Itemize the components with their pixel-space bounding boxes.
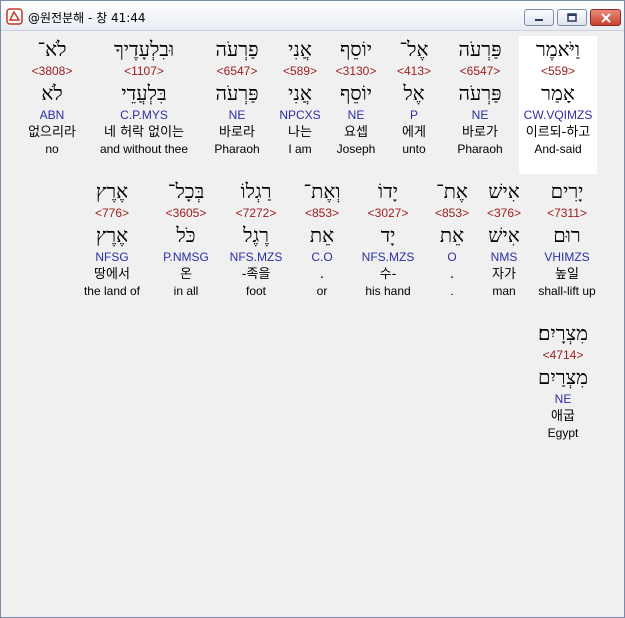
- morphology-code: P.NMSG: [163, 250, 209, 264]
- hebrew-word: וַיֹּאמֶר: [535, 37, 581, 61]
- morphology-code: CW.VQIMZS: [523, 108, 593, 122]
- strong-number: <6547>: [459, 64, 501, 78]
- korean-gloss: 바로라: [219, 125, 255, 140]
- english-gloss: foot: [245, 284, 266, 298]
- korean-gloss: 애굽: [551, 409, 575, 424]
- strong-number: <1107>: [124, 64, 164, 78]
- hebrew-lemma: בִּלְעֲדֵי: [121, 81, 167, 105]
- morphology-code: NE: [554, 392, 572, 406]
- strong-number: <559>: [540, 64, 576, 78]
- korean-gloss: 바로가: [462, 125, 498, 140]
- window-title: @원전분해 - 창 41:44: [28, 11, 146, 25]
- morphology-code: NE: [471, 108, 489, 122]
- korean-gloss: 네 허락 없이는: [103, 125, 185, 140]
- hebrew-word: פַרְעֹה: [215, 37, 259, 61]
- korean-gloss: 온: [180, 267, 192, 282]
- morphology-code: C.P.MYS: [120, 108, 168, 122]
- hebrew-lemma: פַּרְעֹה: [215, 81, 259, 105]
- hebrew-word: רַגְלוֹ: [240, 179, 272, 203]
- hebrew-word: מִצְרָיִם׃: [538, 321, 588, 345]
- english-gloss: Pharaoh: [214, 142, 260, 156]
- strong-number: <776>: [94, 206, 130, 220]
- strong-number: <3605>: [165, 206, 207, 220]
- word-block[interactable]: רַגְלוֹ <7272> רֶגֶל NFS.MZS -족을 foot: [217, 178, 295, 300]
- strong-number: <3808>: [31, 64, 73, 78]
- hebrew-lemma: כֹּל: [176, 223, 196, 247]
- morphology-code: NFSG: [95, 250, 129, 264]
- close-icon: [600, 12, 612, 23]
- morphology-code: ABN: [39, 108, 65, 122]
- maximize-icon: [566, 12, 578, 23]
- morphology-code: NE: [228, 108, 246, 122]
- app-hebrew-icon: [6, 8, 23, 25]
- close-button[interactable]: [590, 9, 621, 26]
- hebrew-lemma: לֹא: [41, 81, 63, 105]
- hebrew-word: לֹא־: [37, 37, 67, 61]
- word-block[interactable]: פַּרְעֹה <6547> פַּרְעֹה NE 바로가 Pharaoh: [441, 36, 519, 158]
- hebrew-lemma: פַּרְעֹה: [458, 81, 502, 105]
- hebrew-lemma: מִצְרַיִם: [538, 365, 588, 389]
- morphology-code: NFS.MZS: [229, 250, 283, 264]
- minimize-icon: [533, 14, 545, 22]
- korean-gloss: 없으리라: [28, 125, 76, 140]
- strong-number: <4714>: [542, 348, 584, 362]
- korean-gloss: -족을: [241, 267, 271, 282]
- interlinear-panel[interactable]: וַיֹּאמֶר <559> אָמַר CW.VQIMZS 이르되-하고 A…: [5, 32, 620, 614]
- hebrew-word: וּבִלְעָדֶיךָ: [113, 37, 175, 61]
- strong-number: <6547>: [216, 64, 258, 78]
- english-gloss: Egypt: [547, 426, 579, 440]
- word-block[interactable]: וּבִלְעָדֶיךָ <1107> בִּלְעֲדֵי C.P.MYS …: [89, 36, 199, 158]
- word-block[interactable]: אֶרֶץ <776> אֶרֶץ NFSG 땅에서 the land of: [73, 178, 151, 300]
- english-gloss: And-said: [534, 142, 582, 156]
- english-gloss: in all: [173, 284, 199, 298]
- word-block[interactable]: פַרְעֹה <6547> פַּרְעֹה NE 바로라 Pharaoh: [198, 36, 276, 158]
- maximize-button[interactable]: [557, 9, 587, 26]
- korean-gloss: 땅에서: [94, 267, 130, 282]
- minimize-button[interactable]: [524, 9, 554, 26]
- korean-gloss: 이르되-하고: [525, 125, 591, 140]
- hebrew-word: בְּכָל־: [167, 179, 205, 203]
- english-gloss: no: [45, 142, 59, 156]
- hebrew-lemma: אֶרֶץ: [95, 223, 129, 247]
- word-block[interactable]: מִצְרָיִם׃ <4714> מִצְרַיִם NE 애굽 Egypt: [519, 320, 607, 442]
- word-block[interactable]: וַיֹּאמֶר <559> אָמַר CW.VQIMZS 이르되-하고 A…: [519, 36, 597, 174]
- hebrew-word: אֶרֶץ: [95, 179, 129, 203]
- strong-number: <7272>: [235, 206, 277, 220]
- hebrew-word: פַּרְעֹה: [458, 37, 502, 61]
- hebrew-lemma: רֶגֶל: [243, 223, 269, 247]
- english-gloss: and without thee: [99, 142, 189, 156]
- title-bar[interactable]: @원전분해 - 창 41:44: [1, 1, 624, 31]
- word-block[interactable]: בְּכָל־ <3605> כֹּל P.NMSG 온 in all: [147, 178, 225, 300]
- english-gloss: Pharaoh: [457, 142, 503, 156]
- english-gloss: the land of: [83, 284, 141, 298]
- hebrew-lemma: אָמַר: [541, 81, 575, 105]
- app-window: @원전분해 - 창 41:44 וַיֹּאמֶר <559> אָמַר CW…: [0, 0, 625, 618]
- word-block[interactable]: לֹא־ <3808> לֹא ABN 없으리라 no: [13, 36, 91, 158]
